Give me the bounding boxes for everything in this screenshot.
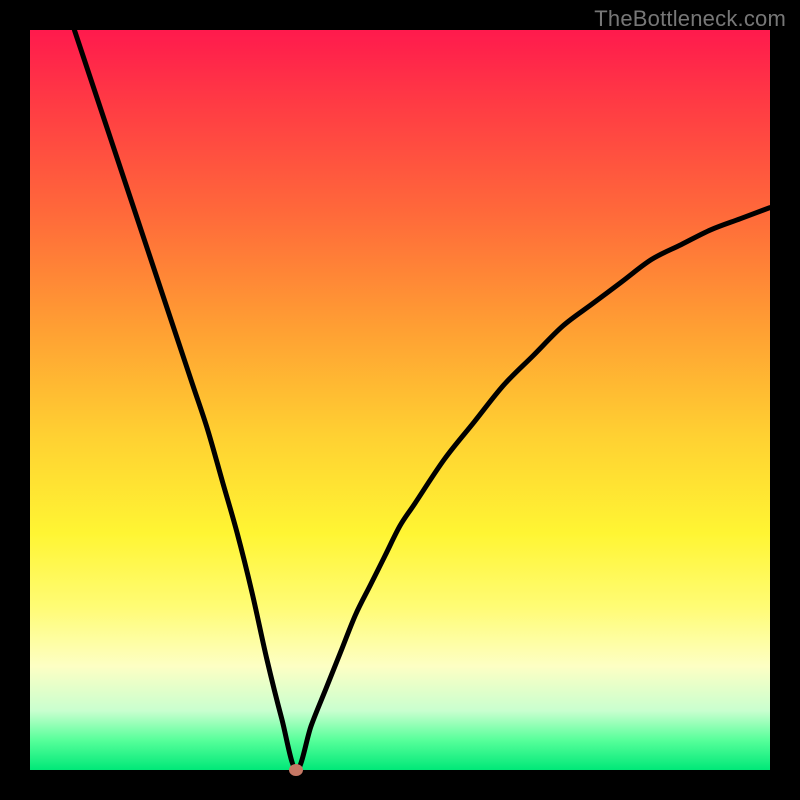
curve-svg [30, 30, 770, 770]
watermark-text: TheBottleneck.com [594, 6, 786, 32]
chart-frame: TheBottleneck.com [0, 0, 800, 800]
bottleneck-curve [74, 30, 770, 770]
plot-area [30, 30, 770, 770]
minimum-point-marker [289, 764, 303, 776]
